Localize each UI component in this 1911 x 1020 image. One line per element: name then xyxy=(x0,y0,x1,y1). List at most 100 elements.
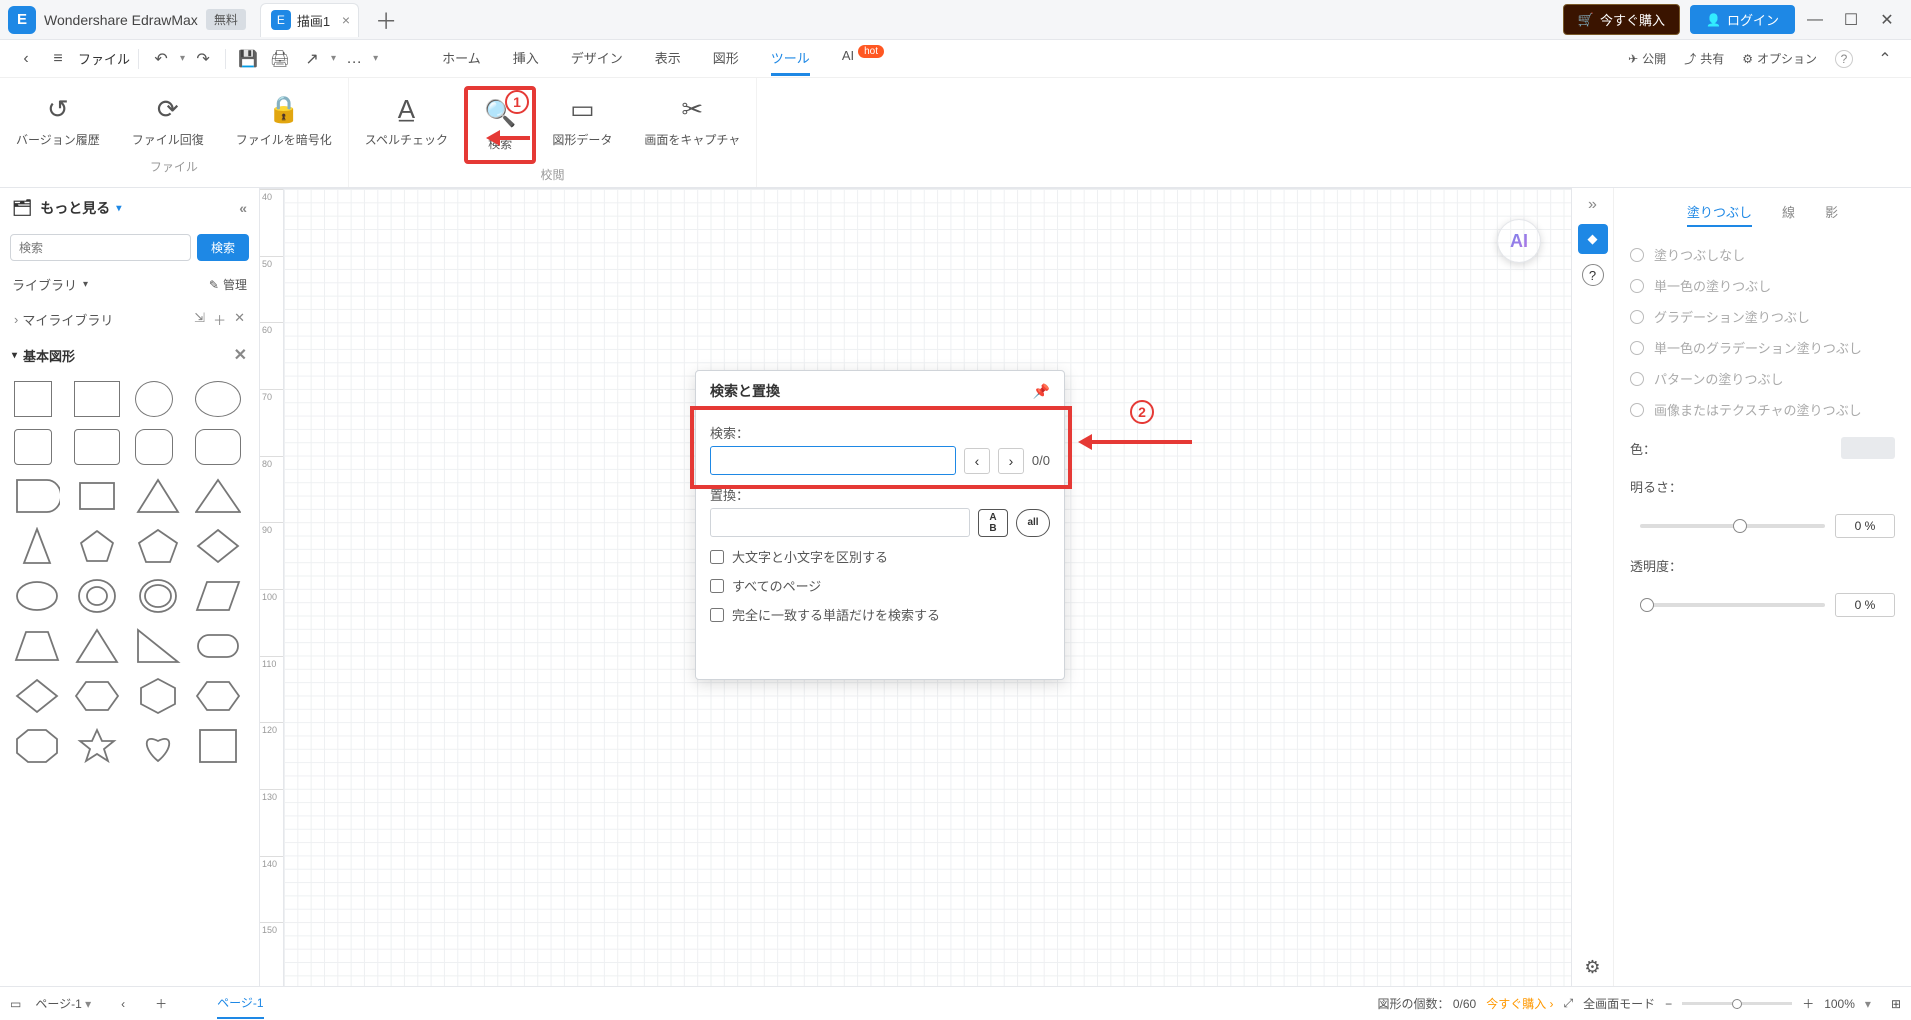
close-tab-icon[interactable]: × xyxy=(342,12,350,28)
page-tab[interactable]: ページ-1 xyxy=(217,988,263,1019)
version-history-button[interactable]: ↺バージョン履歴 xyxy=(0,86,116,156)
document-tab[interactable]: E 描画1 × xyxy=(260,3,359,37)
file-menu[interactable]: ファイル xyxy=(78,49,130,68)
ai-assistant-button[interactable]: AI xyxy=(1497,219,1541,263)
replace-one-button[interactable]: AB xyxy=(978,509,1008,537)
menu-tab-tool[interactable]: ツール xyxy=(771,42,810,76)
close-shapes-icon[interactable]: ✕ xyxy=(234,345,247,365)
zoom-in-icon[interactable]: ＋ xyxy=(1802,995,1814,1012)
shape-ellipse[interactable] xyxy=(195,381,241,417)
shape-triangle-2[interactable] xyxy=(74,627,120,665)
whole-word-checkbox[interactable]: 完全に一致する単語だけを検索する xyxy=(710,605,1050,624)
shape-rounded-square-2[interactable] xyxy=(135,429,173,465)
shape-hexagon-flat[interactable] xyxy=(74,677,120,715)
back-icon[interactable]: ‹ xyxy=(12,45,40,73)
fill-pattern-radio[interactable]: パターンの塗りつぶし xyxy=(1630,369,1895,388)
shape-rounded-rect-2[interactable] xyxy=(195,429,241,465)
shape-triangle[interactable] xyxy=(135,477,181,515)
chevron-down-icon[interactable]: ▾ xyxy=(116,203,121,214)
fullscreen-mode[interactable]: 全画面モード xyxy=(1583,995,1655,1012)
publish-button[interactable]: ✈公開 xyxy=(1628,50,1666,67)
shape-circle[interactable] xyxy=(135,381,173,417)
shape-ellipse-2[interactable] xyxy=(14,577,60,615)
find-prev-button[interactable]: ‹ xyxy=(964,448,990,474)
shape-hexagon[interactable] xyxy=(135,677,181,715)
menu-tab-view[interactable]: 表示 xyxy=(655,42,681,76)
shape-data-button[interactable]: ▭図形データ xyxy=(536,86,628,164)
shape-square-thick[interactable] xyxy=(195,727,241,765)
opacity-slider[interactable] xyxy=(1640,603,1825,607)
replace-all-button[interactable]: all xyxy=(1016,509,1050,537)
shape-ring[interactable] xyxy=(135,577,181,615)
shape-triangle-tall[interactable] xyxy=(14,527,60,565)
find-input[interactable] xyxy=(710,446,956,475)
page-selector[interactable]: ページ-1 ▾ xyxy=(35,995,91,1012)
shape-stadium[interactable] xyxy=(195,627,241,665)
add-icon[interactable]: ＋ xyxy=(213,310,226,329)
close-window-icon[interactable]: ✕ xyxy=(1871,6,1903,34)
replace-input[interactable] xyxy=(710,508,970,537)
prev-page-icon[interactable]: ‹ xyxy=(121,997,125,1011)
chevron-right-icon[interactable]: › xyxy=(14,312,18,327)
screen-capture-button[interactable]: ✂画面をキャプチャ xyxy=(628,86,756,164)
shape-frame[interactable] xyxy=(74,477,120,515)
opacity-value[interactable]: 0 % xyxy=(1835,593,1895,617)
buy-now-button[interactable]: 今すぐ購入 xyxy=(1563,4,1680,35)
fill-none-radio[interactable]: 塗りつぶしなし xyxy=(1630,245,1895,264)
redo-icon[interactable]: ↷ xyxy=(189,45,217,73)
shape-triangle-wide[interactable] xyxy=(195,477,241,515)
shape-star[interactable] xyxy=(74,727,120,765)
collapse-sidebar-icon[interactable]: « xyxy=(239,200,247,216)
close-icon[interactable]: ✕ xyxy=(234,310,245,329)
collapse-ribbon-icon[interactable]: ⌃ xyxy=(1871,45,1899,73)
rp-tab-line[interactable]: 線 xyxy=(1782,198,1795,227)
fill-solid-radio[interactable]: 単一色の塗りつぶし xyxy=(1630,276,1895,295)
encrypt-file-button[interactable]: 🔒ファイルを暗号化 xyxy=(220,86,348,156)
zoom-value[interactable]: 100% xyxy=(1824,997,1855,1011)
menu-tab-shape[interactable]: 図形 xyxy=(713,42,739,76)
import-icon[interactable]: ⇲ xyxy=(194,310,205,329)
page-list-icon[interactable]: ▭ xyxy=(10,997,21,1011)
maximize-icon[interactable]: ☐ xyxy=(1835,6,1867,34)
menu-tab-ai[interactable]: AIhot xyxy=(842,42,884,76)
options-button[interactable]: ⚙オプション xyxy=(1742,50,1817,67)
shape-right-triangle[interactable] xyxy=(135,627,181,665)
rp-tab-fill[interactable]: 塗りつぶし xyxy=(1687,198,1752,227)
add-page-icon[interactable]: ＋ xyxy=(155,995,167,1012)
help-icon[interactable]: ? xyxy=(1582,264,1604,286)
zoom-slider[interactable] xyxy=(1682,1002,1792,1005)
fill-solid-gradient-radio[interactable]: 単一色のグラデーション塗りつぶし xyxy=(1630,338,1895,357)
undo-icon[interactable]: ↶ xyxy=(147,45,175,73)
menu-tab-insert[interactable]: 挿入 xyxy=(513,42,539,76)
buy-link[interactable]: 今すぐ購入 › xyxy=(1486,995,1553,1012)
sidebar-search-input[interactable] xyxy=(10,234,191,261)
shape-parallelogram[interactable] xyxy=(195,577,241,615)
brightness-slider[interactable] xyxy=(1640,524,1825,528)
color-well[interactable] xyxy=(1841,437,1895,459)
shape-square[interactable] xyxy=(14,381,52,417)
shape-trapezoid[interactable] xyxy=(14,627,60,665)
library-label[interactable]: ライブラリ xyxy=(12,275,77,294)
shape-hexagon-2[interactable] xyxy=(195,677,241,715)
add-tab-button[interactable]: ＋ xyxy=(375,4,397,36)
sidebar-more-label[interactable]: もっと見る xyxy=(40,198,110,218)
menu-tab-design[interactable]: デザイン xyxy=(571,42,623,76)
grid-view-icon[interactable]: ⊞ xyxy=(1891,997,1901,1011)
shape-octagon[interactable] xyxy=(14,727,60,765)
shape-diamond[interactable] xyxy=(195,527,241,565)
all-pages-checkbox[interactable]: すべてのページ xyxy=(710,576,1050,595)
export-icon[interactable]: ↗ xyxy=(298,45,326,73)
brightness-value[interactable]: 0 % xyxy=(1835,514,1895,538)
minimize-icon[interactable]: — xyxy=(1799,6,1831,34)
fill-gradient-radio[interactable]: グラデーション塗りつぶし xyxy=(1630,307,1895,326)
login-button[interactable]: ログイン xyxy=(1690,5,1795,34)
shape-and-gate[interactable] xyxy=(14,477,60,515)
shape-rectangle[interactable] xyxy=(74,381,120,417)
menu-tab-home[interactable]: ホーム xyxy=(442,42,481,76)
shape-double-circle[interactable] xyxy=(74,577,120,615)
sidebar-search-button[interactable]: 検索 xyxy=(197,234,249,261)
pin-icon[interactable]: 📌 xyxy=(1033,383,1050,400)
fit-icon[interactable]: ⤢ xyxy=(1564,996,1574,1011)
fill-image-radio[interactable]: 画像またはテクスチャの塗りつぶし xyxy=(1630,400,1895,419)
shape-heart[interactable] xyxy=(135,727,181,765)
